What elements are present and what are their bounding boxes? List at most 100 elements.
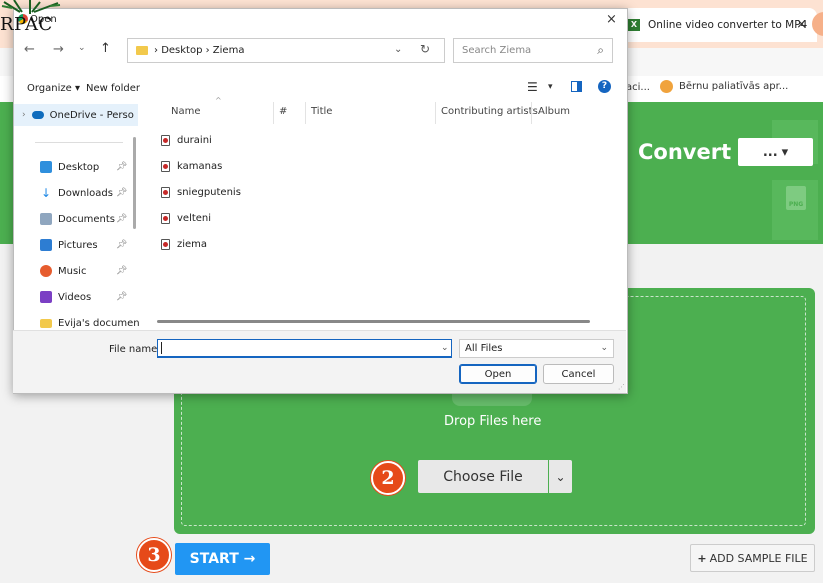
resize-grip-icon[interactable]: ⋰ (618, 383, 625, 391)
nav-item-label: Documents (58, 213, 116, 225)
file-row[interactable]: sniegputenis (161, 182, 241, 202)
nav-item-downloads[interactable]: ↓ Downloads 📌︎ (14, 182, 164, 204)
column-header-artists[interactable]: Contributing artists (441, 106, 538, 117)
bookmark-item[interactable]: aci... (626, 82, 650, 93)
file-name-label: File name: (109, 344, 161, 355)
file-name: velteni (177, 212, 212, 224)
preview-pane-icon[interactable] (571, 81, 582, 92)
column-header-title[interactable]: Title (311, 106, 332, 117)
pin-icon: 📌︎ (116, 266, 128, 276)
file-row[interactable]: ziema (161, 234, 207, 254)
forward-arrow-icon[interactable]: → (53, 42, 64, 57)
nav-item-music[interactable]: Music 📌︎ (14, 260, 164, 282)
step-badge: 3 (137, 538, 171, 572)
media-file-icon (161, 238, 170, 250)
chevron-down-icon[interactable]: ▾ (548, 82, 553, 92)
nav-item-videos[interactable]: Videos 📌︎ (14, 286, 164, 308)
column-header-album[interactable]: Album (538, 106, 570, 117)
step-badge: 2 (371, 461, 405, 495)
folder-icon (136, 46, 148, 55)
file-name: ziema (177, 238, 208, 250)
nav-scrollbar[interactable] (133, 137, 136, 229)
file-type-select[interactable]: All Files ⌄ (459, 339, 614, 358)
add-sample-label: ADD SAMPLE FILE (709, 551, 808, 565)
documents-icon (40, 213, 52, 225)
plus-icon: + (697, 551, 707, 565)
breadcrumb-item[interactable]: Ziema (213, 45, 245, 56)
cancel-button[interactable]: Cancel (543, 364, 614, 384)
bookmark-favicon-icon (660, 80, 673, 93)
drop-files-text: Drop Files here (444, 414, 542, 429)
file-row[interactable]: duraini (161, 130, 212, 150)
recent-dropdown-icon[interactable]: ⌄ (78, 43, 86, 53)
nav-item-label: Evija's documen (58, 317, 140, 329)
close-icon[interactable]: × (606, 12, 617, 27)
search-input[interactable]: Search Ziema ⌕ (453, 38, 613, 63)
media-file-icon (161, 160, 170, 172)
onedrive-icon (31, 111, 44, 119)
file-name-input[interactable] (157, 339, 452, 358)
file-row[interactable]: kamanas (161, 156, 222, 176)
column-divider[interactable] (531, 102, 532, 124)
file-row[interactable]: velteni (161, 208, 211, 228)
convert-label: Convert (638, 140, 732, 164)
column-header-name[interactable]: Name (171, 106, 201, 117)
back-arrow-icon[interactable]: ← (24, 42, 35, 57)
column-divider[interactable] (273, 102, 274, 124)
nav-item-label: Desktop (58, 161, 100, 173)
add-sample-file-button[interactable]: + ADD SAMPLE FILE (690, 544, 815, 572)
navigation-pane: › OneDrive - Perso Desktop 📌︎ ↓ Download… (14, 100, 140, 329)
folder-icon (40, 318, 52, 328)
chevron-down-icon: ⌄ (555, 469, 566, 484)
pin-icon: 📌︎ (116, 188, 128, 198)
pictures-icon (40, 239, 52, 251)
refresh-icon[interactable]: ↻ (420, 42, 430, 56)
nav-item-onedrive[interactable]: › OneDrive - Perso (14, 104, 138, 126)
breadcrumb-sep: › (202, 45, 213, 56)
divider (35, 142, 123, 143)
tab-title: Online video converter to MP4 (648, 19, 808, 31)
choose-file-dropdown[interactable]: ⌄ (549, 460, 572, 493)
breadcrumb-item[interactable]: Desktop (161, 45, 202, 56)
up-arrow-icon[interactable]: ↑ (100, 41, 111, 56)
file-name: duraini (177, 134, 212, 146)
scrollbar-thumb[interactable] (157, 320, 590, 323)
choose-file-button[interactable]: Choose File (418, 460, 548, 493)
pin-icon: 📌︎ (116, 240, 128, 250)
text-caret (161, 342, 162, 354)
site-favicon-icon: X (628, 19, 640, 31)
search-icon: ⌕ (597, 43, 604, 57)
nav-item-pictures[interactable]: Pictures 📌︎ (14, 234, 164, 256)
start-button[interactable]: START → (175, 543, 270, 575)
open-button[interactable]: Open (459, 364, 537, 384)
chevron-down-icon[interactable]: ⌄ (394, 44, 402, 55)
organize-menu[interactable]: Organize ▾ (27, 83, 80, 94)
help-icon[interactable]: ? (598, 80, 611, 93)
nav-item-label: Pictures (58, 239, 98, 251)
tab-close-icon[interactable]: × (796, 17, 807, 32)
new-folder-button[interactable]: New folder (86, 83, 140, 94)
search-placeholder: Search Ziema (462, 45, 532, 56)
column-divider[interactable] (435, 102, 436, 124)
media-file-icon (161, 212, 170, 224)
column-header-number[interactable]: # (279, 106, 287, 117)
chevron-down-icon: ▾ (781, 144, 789, 160)
chevron-down-icon: ⌄ (600, 343, 608, 353)
chevron-down-icon[interactable]: ⌄ (441, 343, 449, 353)
logo-text: RPAC (0, 14, 53, 35)
column-divider[interactable] (305, 102, 306, 124)
music-icon (40, 265, 52, 277)
desktop-icon (40, 161, 52, 173)
nav-item-desktop[interactable]: Desktop 📌︎ (14, 156, 164, 178)
pin-icon: 📌︎ (116, 214, 128, 224)
browser-tab[interactable]: X Online video converter to MP4 × (622, 8, 817, 42)
file-name: sniegputenis (177, 186, 241, 198)
bookmark-item[interactable]: Bērnu paliatīvās apr... (660, 80, 788, 93)
view-options-icon[interactable]: ☰ (527, 80, 538, 94)
download-icon: ↓ (40, 186, 52, 200)
media-file-icon (161, 134, 170, 146)
nav-item-documents[interactable]: Documents 📌︎ (14, 208, 164, 230)
nav-item-label: Videos (58, 291, 92, 303)
nav-item-label: OneDrive - Perso (49, 109, 134, 121)
convert-format-dropdown[interactable]: ... ▾ (738, 138, 813, 166)
